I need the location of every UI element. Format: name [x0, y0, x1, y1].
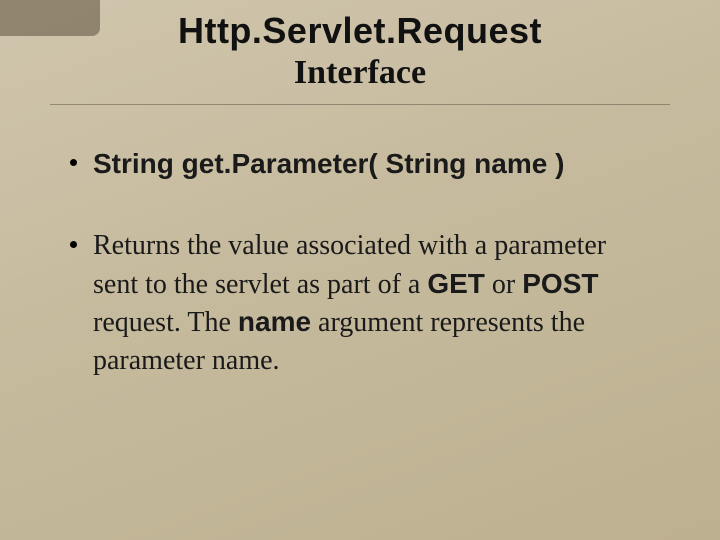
- method-signature: String get.Parameter( String name ): [93, 145, 650, 183]
- title-main: Http.Servlet.Request: [0, 10, 720, 52]
- corner-decoration: [0, 0, 100, 36]
- keyword-post: POST: [522, 268, 598, 299]
- keyword-get: GET: [427, 268, 485, 299]
- desc-text: or: [485, 269, 522, 300]
- bullet-item: Returns the value associated with a para…: [70, 227, 650, 380]
- title-divider: [50, 104, 670, 105]
- slide: Http.Servlet.Request Interface String ge…: [0, 0, 720, 540]
- desc-text: request. The: [93, 307, 238, 338]
- bullet-dot-icon: [70, 241, 77, 248]
- method-description: Returns the value associated with a para…: [93, 227, 650, 380]
- bullet-item: String get.Parameter( String name ): [70, 145, 650, 183]
- title-sub: Interface: [0, 54, 720, 92]
- keyword-name: name: [238, 306, 311, 337]
- content-area: String get.Parameter( String name ) Retu…: [0, 105, 720, 380]
- bullet-dot-icon: [70, 159, 77, 166]
- title-block: Http.Servlet.Request Interface: [0, 0, 720, 92]
